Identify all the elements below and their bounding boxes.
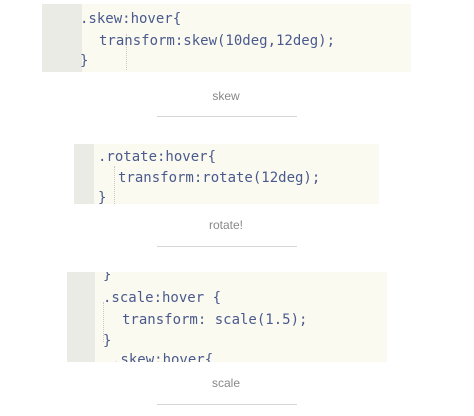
rotate-divider: [157, 246, 297, 247]
scale-caption: scale: [211, 376, 240, 390]
indent-guide: [114, 166, 115, 204]
skew-divider: [157, 116, 297, 117]
code-line-close-brace: }: [80, 53, 89, 69]
code-gutter: [67, 272, 95, 362]
skew-code-block: ' .skew:hover{ transform:skew(10deg,12de…: [42, 4, 411, 72]
scale-code-block: } .scale:hover { transform: scale(1.5); …: [67, 272, 387, 362]
rotate-caption: rotate!: [208, 218, 244, 232]
code-line-declaration: transform:skew(10deg,12deg);: [99, 33, 336, 49]
code-line-selector: .rotate:hover{: [98, 149, 217, 165]
code-line-close-brace: }: [103, 272, 112, 283]
skew-caption: skew: [212, 89, 240, 103]
code-line-close-brace: }: [103, 333, 112, 349]
code-gutter: [42, 4, 82, 72]
code-line-selector: .skew:hover{: [112, 352, 214, 362]
scale-divider: [157, 404, 297, 405]
code-gutter: [74, 144, 94, 204]
code-line-declaration: transform:rotate(12deg);: [118, 170, 321, 186]
code-line-close-brace: }: [98, 190, 107, 204]
code-line-selector: .scale:hover {: [103, 290, 222, 306]
code-line-declaration: transform: scale(1.5);: [122, 312, 308, 328]
rotate-code-block: .rotate:hover{ transform:rotate(12deg); …: [74, 144, 379, 204]
code-line-selector: .skew:hover{: [80, 11, 182, 27]
